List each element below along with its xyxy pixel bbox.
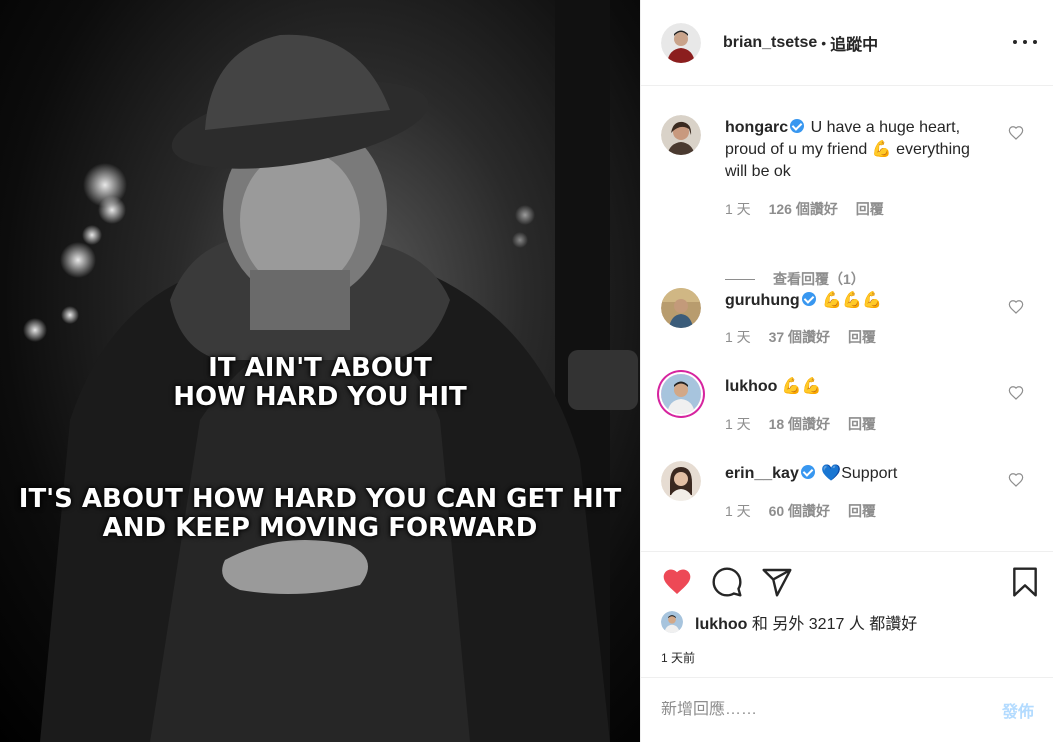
quote-top: IT AIN'T ABOUT HOW HARD YOU HIT xyxy=(0,354,640,412)
commenter-username[interactable]: hongarc xyxy=(725,119,788,136)
follow-button[interactable]: 追蹤中 xyxy=(830,31,878,55)
comment-text: 💪💪💪 xyxy=(822,292,882,309)
share-icon[interactable] xyxy=(761,566,793,598)
comment-likes[interactable]: 37 個讚好 xyxy=(769,329,830,345)
verified-badge-icon xyxy=(801,292,816,306)
commenter-username[interactable]: lukhoo xyxy=(725,378,777,395)
commenter-username[interactable]: guruhung xyxy=(725,292,800,309)
quote-line-4: AND KEEP MOVING FORWARD xyxy=(102,513,538,543)
likes-count-text[interactable]: 和 另外 3217 人 都讚好 xyxy=(752,616,917,633)
liked-heart-icon[interactable] xyxy=(661,566,693,598)
verified-badge-icon xyxy=(790,119,805,133)
comment-likes[interactable]: 60 個讚好 xyxy=(769,503,830,519)
comment-meta: 1 天 60 個讚好 回覆 xyxy=(725,501,890,521)
quote-bottom: IT'S ABOUT HOW HARD YOU CAN GET HIT AND … xyxy=(0,485,640,543)
like-comment-icon[interactable] xyxy=(1008,299,1024,315)
post-side-panel: brian_tsetse • 追蹤中 hongarc U have a huge… xyxy=(640,0,1053,742)
header-separator: • xyxy=(821,34,827,51)
commenter-avatar[interactable] xyxy=(661,115,701,155)
comment-time[interactable]: 1 天 xyxy=(725,201,751,217)
post-comment-button[interactable]: 發佈 xyxy=(1002,698,1034,722)
quote-line-3: IT'S ABOUT HOW HARD YOU CAN GET HIT xyxy=(18,484,622,514)
reply-button[interactable]: 回覆 xyxy=(848,503,876,519)
reply-button[interactable]: 回覆 xyxy=(848,416,876,432)
quote-line-2: HOW HARD YOU HIT xyxy=(173,382,467,412)
comments-list[interactable]: hongarc U have a huge heart, proud of u … xyxy=(641,87,1053,550)
comment-text: 💙Support xyxy=(821,465,898,482)
view-replies-button[interactable]: 查看回覆（1） xyxy=(725,269,865,289)
comment-body: erin__kay 💙Support xyxy=(725,463,995,485)
view-replies-label: 查看回覆（1） xyxy=(773,271,865,287)
comment-meta: 1 天 18 個讚好 回覆 xyxy=(725,414,890,434)
comment-time[interactable]: 1 天 xyxy=(725,503,751,519)
comment-meta: 1 天 126 個讚好 回覆 xyxy=(725,199,898,219)
reply-button[interactable]: 回覆 xyxy=(848,329,876,345)
comment-body: hongarc U have a huge heart, proud of u … xyxy=(725,117,995,183)
post-photo[interactable]: IT AIN'T ABOUT HOW HARD YOU HIT IT'S ABO… xyxy=(0,0,640,742)
like-comment-icon[interactable] xyxy=(1008,385,1024,401)
bookmark-icon[interactable] xyxy=(1009,566,1041,598)
post-time[interactable]: 1 天前 xyxy=(661,649,695,666)
comment-text: 💪💪 xyxy=(781,378,822,395)
like-comment-icon[interactable] xyxy=(1008,472,1024,488)
more-options-icon[interactable] xyxy=(1013,32,1037,52)
comment-likes[interactable]: 18 個讚好 xyxy=(769,416,830,432)
reply-button[interactable]: 回覆 xyxy=(856,201,884,217)
author-username[interactable]: brian_tsetse xyxy=(723,34,817,52)
quote-line-1: IT AIN'T ABOUT xyxy=(208,353,432,383)
comment-body: lukhoo 💪💪 xyxy=(725,376,995,398)
comment-likes[interactable]: 126 個讚好 xyxy=(769,201,838,217)
commenter-avatar[interactable] xyxy=(661,288,701,328)
like-comment-icon[interactable] xyxy=(1008,125,1024,141)
verified-badge-icon xyxy=(800,465,815,479)
commenter-avatar-story[interactable] xyxy=(661,374,701,414)
comment-meta: 1 天 37 個讚好 回覆 xyxy=(725,327,890,347)
likes-summary: lukhoo 和 另外 3217 人 都讚好 xyxy=(661,610,917,634)
commenter-avatar[interactable] xyxy=(661,461,701,501)
replies-divider xyxy=(725,278,755,280)
author-avatar[interactable] xyxy=(661,22,701,63)
liker-username[interactable]: lukhoo xyxy=(695,616,747,633)
comment-input[interactable] xyxy=(661,701,1002,719)
comment-body: guruhung 💪💪💪 xyxy=(725,290,995,312)
comment-time[interactable]: 1 天 xyxy=(725,416,751,432)
post-header: brian_tsetse • 追蹤中 xyxy=(641,0,1053,86)
add-comment-box: 發佈 xyxy=(641,677,1053,742)
comment-icon[interactable] xyxy=(711,566,743,598)
comment-time[interactable]: 1 天 xyxy=(725,329,751,345)
commenter-username[interactable]: erin__kay xyxy=(725,465,799,482)
liker-avatar[interactable] xyxy=(661,611,683,633)
